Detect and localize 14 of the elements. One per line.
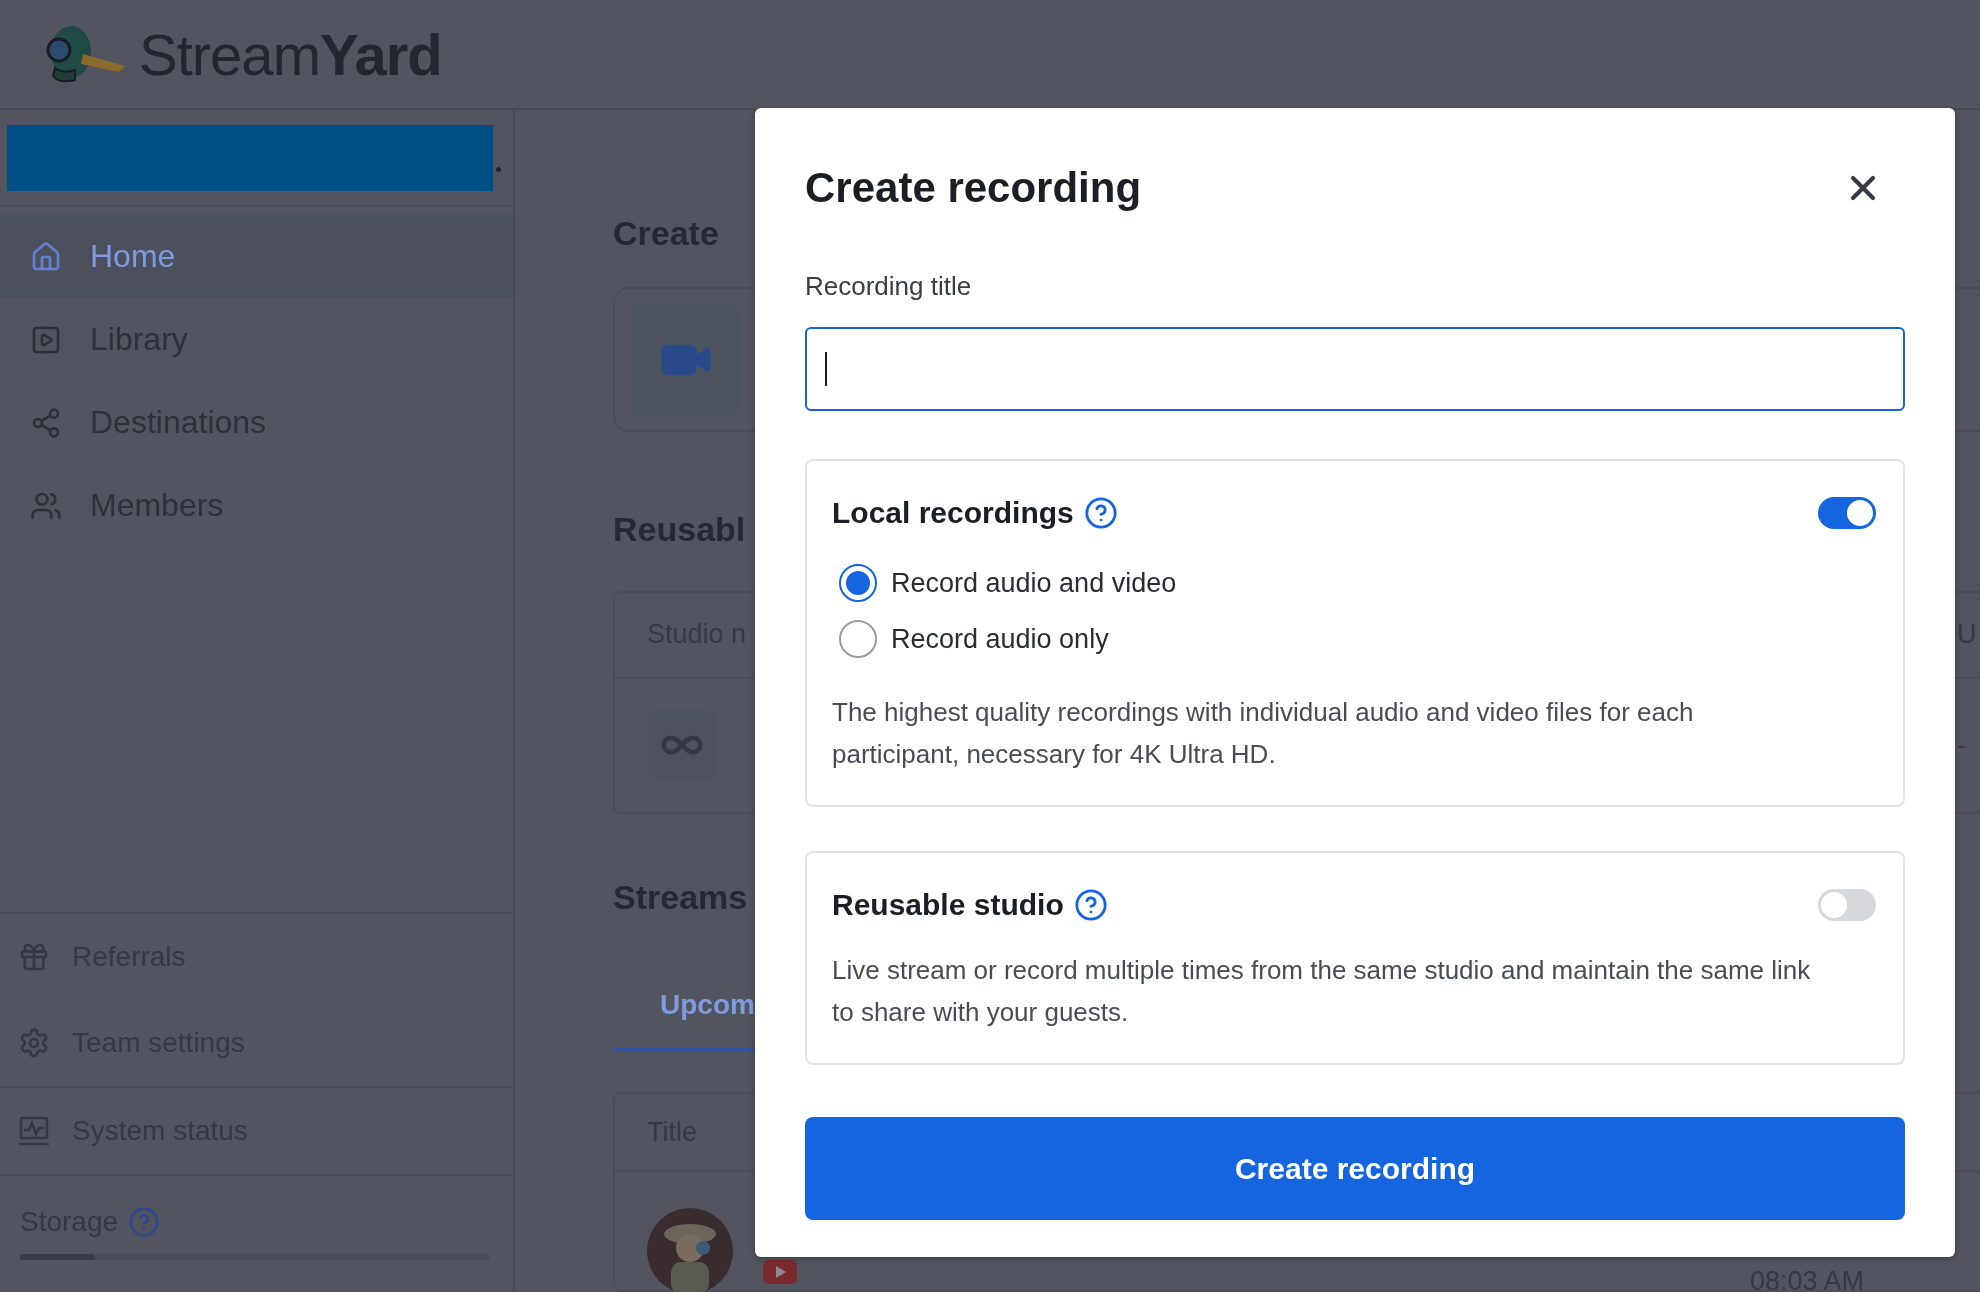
option-title: Reusable studio — [832, 888, 1064, 922]
option-title: Local recordings — [832, 496, 1074, 530]
radio-option[interactable]: Record audio and video — [839, 561, 1878, 605]
create-recording-button[interactable]: Create recording — [805, 1117, 1905, 1220]
option-description: The highest quality recordings with individual audio and video files for each participant, necessary for 4K Ultra HD. — [832, 696, 1695, 771]
dialog-title: Create recording — [805, 164, 1142, 212]
nav-label: Home — [90, 238, 176, 275]
radio-label: Record audio and video — [891, 567, 1177, 599]
radio-label: Record audio only — [891, 623, 1109, 655]
table-cell: - — [1957, 729, 1966, 761]
nav-item[interactable]: Home — [0, 215, 513, 298]
field-label: Recording title — [805, 273, 973, 299]
radio-option[interactable]: Record audio only — [839, 617, 1878, 661]
option-description: Live stream or record multiple times from the same studio and maintain the same link to share with your guests. — [832, 954, 1812, 1029]
